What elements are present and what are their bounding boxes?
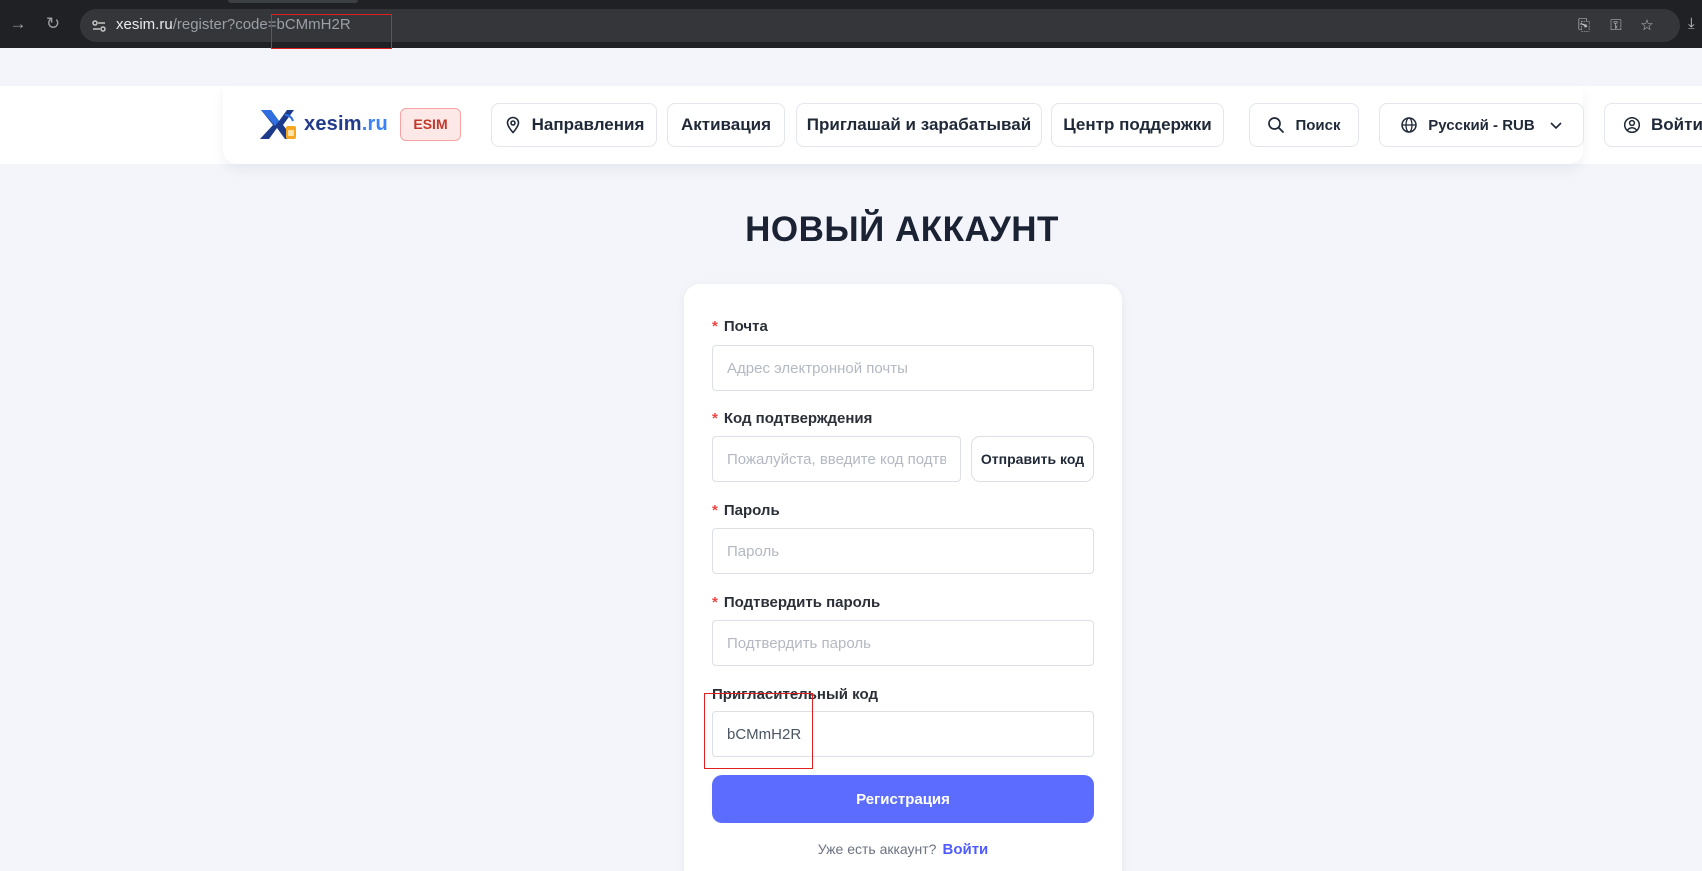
confirm-password-label: * Подтвердить пароль xyxy=(712,594,880,611)
reload-icon[interactable]: ↻ xyxy=(41,12,65,36)
code-label-text: Код подтверждения xyxy=(723,410,873,427)
globe-icon xyxy=(1401,117,1418,133)
nav-invite-earn[interactable]: Приглашай и зарабатывай xyxy=(796,103,1042,147)
search-label: Поиск xyxy=(1295,116,1341,134)
login-prompt: Уже есть аккаунт? Войти xyxy=(712,841,1094,858)
email-label-text: Почта xyxy=(723,318,768,335)
nav-activation-label: Активация xyxy=(680,115,772,134)
highlight-url-code xyxy=(271,14,392,49)
login-button[interactable]: Войти xyxy=(1604,103,1702,147)
nav-support-label: Центр поддержки xyxy=(1063,115,1212,134)
bookmark-star-icon[interactable]: ☆ xyxy=(1637,16,1657,36)
nav-destinations-label: Направления xyxy=(531,115,645,134)
code-label: * Код подтверждения xyxy=(712,410,872,427)
logo-text: xesim.ru xyxy=(304,113,388,136)
password-label: * Пароль xyxy=(712,502,780,519)
download-icon[interactable]: ⤓ xyxy=(1688,12,1702,36)
nav-destinations[interactable]: Направления xyxy=(491,103,657,147)
xesim-logo-icon xyxy=(260,110,296,139)
highlight-invite-code xyxy=(704,693,813,769)
search-button[interactable]: Поиск xyxy=(1249,103,1359,147)
chevron-down-icon xyxy=(1550,122,1562,130)
esim-badge: ESIM xyxy=(400,108,461,141)
arrow-right-icon[interactable]: → xyxy=(6,12,30,36)
confirm-label-text: Подтвердить пароль xyxy=(723,594,881,611)
have-account-text: Уже есть аккаунт? xyxy=(817,841,937,857)
login-label: Войти xyxy=(1651,115,1702,134)
email-label: * Почта xyxy=(712,318,768,335)
nav-activation[interactable]: Активация xyxy=(667,103,785,147)
password-label-text: Пароль xyxy=(723,502,780,519)
translate-icon[interactable]: ⎘ xyxy=(1574,16,1594,36)
email-input[interactable] xyxy=(712,345,1094,391)
password-input[interactable] xyxy=(712,528,1094,574)
logo-name: xesim xyxy=(304,112,362,135)
confirm-password-input[interactable] xyxy=(712,620,1094,666)
required-mark: * xyxy=(712,502,718,519)
nav-support-center[interactable]: Центр поддержки xyxy=(1051,103,1224,147)
language-label: Русский - RUB xyxy=(1428,116,1535,134)
required-mark: * xyxy=(712,594,718,611)
browser-toolbar: → ↻ xesim.ru/register?code=bCMmH2R ⎘ ⚿ ☆… xyxy=(0,0,1702,48)
language-currency-select[interactable]: Русский - RUB xyxy=(1379,103,1584,147)
active-tab-indicator xyxy=(228,0,358,3)
site-info-icon[interactable] xyxy=(90,17,108,35)
page-title: НОВЫЙ АККАУНТ xyxy=(745,210,1059,249)
password-key-icon[interactable]: ⚿ xyxy=(1606,16,1626,36)
required-mark: * xyxy=(712,410,718,427)
user-icon xyxy=(1623,116,1641,134)
send-code-button[interactable]: Отправить код xyxy=(971,436,1094,482)
site-logo[interactable]: xesim.ru xyxy=(258,106,388,142)
location-pin-icon xyxy=(506,116,519,134)
nav-invite-label: Приглашай и зарабатывай xyxy=(806,115,1032,134)
required-mark: * xyxy=(712,318,718,335)
verification-code-input[interactable] xyxy=(712,436,961,482)
url-host: xesim.ru xyxy=(116,16,173,33)
logo-tld: .ru xyxy=(361,112,388,135)
search-icon xyxy=(1268,117,1285,133)
login-link[interactable]: Войти xyxy=(942,841,988,858)
register-button[interactable]: Регистрация xyxy=(712,775,1094,823)
